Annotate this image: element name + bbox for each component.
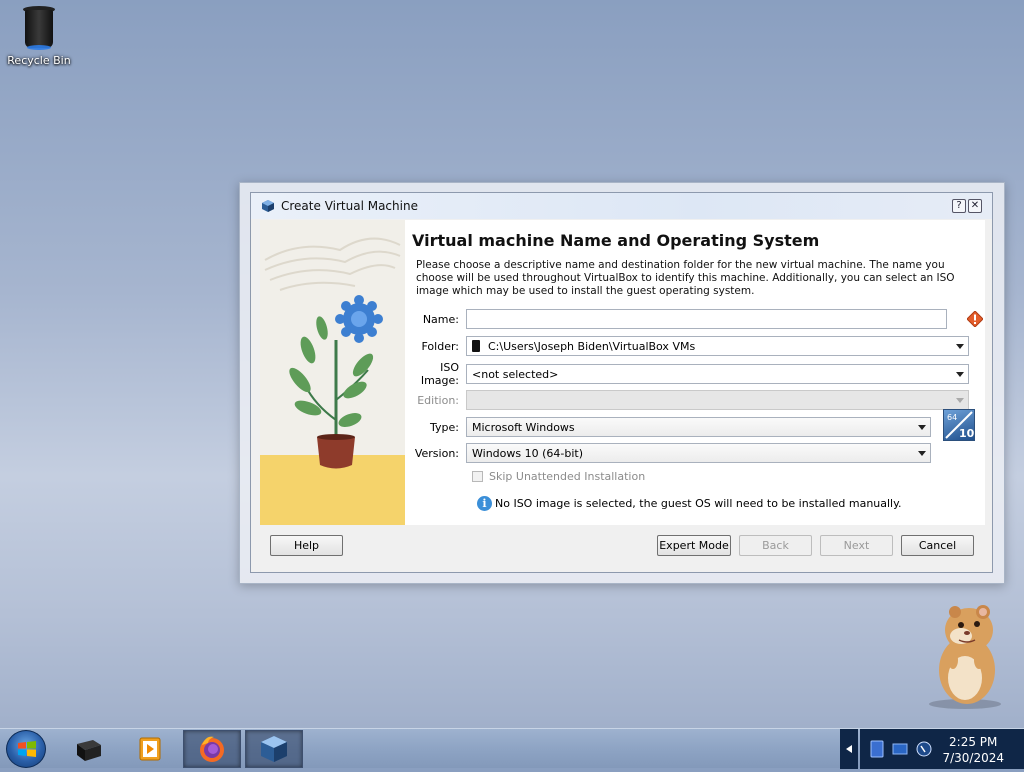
expert-mode-button[interactable]: Expert Mode [657, 535, 731, 556]
chevron-down-icon [918, 425, 926, 430]
chevron-down-icon [956, 398, 964, 403]
chevron-down-icon [956, 372, 964, 377]
skip-unattended-label: Skip Unattended Installation [489, 470, 646, 483]
windows-10-64bit-os-icon: 64 10 [943, 409, 975, 441]
folder-combobox[interactable]: C:\Users\Joseph Biden\VirtualBox VMs [466, 336, 969, 356]
show-hidden-icons-button[interactable] [840, 729, 858, 769]
windows-logo-icon [18, 741, 36, 757]
name-label: Name: [422, 312, 459, 326]
start-button[interactable] [6, 730, 46, 768]
chevron-down-icon [956, 344, 964, 349]
checkbox-box [472, 471, 483, 482]
cancel-button[interactable]: Cancel [901, 535, 974, 556]
type-value: Microsoft Windows [472, 420, 575, 434]
version-combobox[interactable]: Windows 10 (64-bit) [466, 443, 931, 463]
desktop-icon-label: Recycle Bin [7, 54, 71, 67]
iso-image-value: <not selected> [472, 367, 559, 381]
help-button[interactable]: Help [270, 535, 343, 556]
type-combobox[interactable]: Microsoft Windows [466, 417, 931, 437]
virtualbox-icon [262, 200, 274, 212]
wizard-content: Virtual machine Name and Operating Syste… [260, 220, 985, 525]
potted-flower-illustration [260, 237, 405, 525]
media-player-icon [139, 737, 161, 761]
version-value: Windows 10 (64-bit) [472, 446, 583, 460]
chevron-down-icon [918, 451, 926, 456]
back-button: Back [739, 535, 812, 556]
taskbar-app-virtualbox[interactable] [245, 730, 303, 768]
wizard-illustration [260, 220, 405, 525]
virtualbox-icon [261, 736, 287, 762]
action-center-icon[interactable] [892, 741, 908, 757]
next-button: Next [820, 535, 893, 556]
clock-time: 2:25 PM [949, 735, 998, 749]
black-box-app-icon [77, 740, 101, 761]
page-heading: Virtual machine Name and Operating Syste… [412, 231, 820, 250]
firefox-icon [200, 736, 224, 762]
clock-date: 7/30/2024 [942, 751, 1004, 765]
folder-icon [472, 340, 480, 352]
dialog-title: Create Virtual Machine [281, 199, 418, 213]
info-message-text: No ISO image is selected, the guest OS w… [495, 497, 902, 510]
iso-image-label: ISO Image: [420, 361, 459, 387]
edition-label: Edition: [417, 393, 459, 407]
type-label: Type: [430, 420, 459, 434]
volume-icon[interactable] [916, 740, 932, 758]
edition-combobox [466, 390, 969, 410]
dialog-titlebar: Create Virtual Machine ? ✕ [251, 193, 992, 219]
system-tray: 2:25 PM 7/30/2024 [860, 729, 1024, 769]
warning-icon [967, 311, 983, 327]
network-icon[interactable] [870, 740, 884, 758]
desktop-icon-recycle-bin[interactable]: Recycle Bin [4, 4, 74, 67]
svg-text:10: 10 [959, 427, 974, 440]
skip-unattended-checkbox: Skip Unattended Installation [472, 470, 645, 483]
name-field[interactable] [466, 309, 947, 329]
taskbar-clock[interactable]: 2:25 PM 7/30/2024 [942, 734, 1004, 766]
taskbar: 2:25 PM 7/30/2024 [0, 728, 1024, 769]
folder-value: C:\Users\Joseph Biden\VirtualBox VMs [488, 339, 696, 353]
create-vm-dialog: Create Virtual Machine ? ✕ Virtual machi… [250, 192, 993, 573]
svg-text:64: 64 [947, 413, 957, 422]
hamster-pet-image [929, 605, 1001, 709]
taskbar-app-media-player[interactable] [120, 730, 178, 768]
version-label: Version: [414, 446, 459, 460]
context-help-button[interactable]: ? [952, 199, 966, 213]
info-icon: i [477, 496, 492, 511]
iso-image-combobox[interactable]: <not selected> [466, 364, 969, 384]
close-button[interactable]: ✕ [968, 199, 982, 213]
page-description: Please choose a descriptive name and des… [416, 259, 955, 297]
recycle-bin-icon [21, 4, 57, 50]
form-area: Virtual machine Name and Operating Syste… [411, 220, 985, 525]
taskbar-app-firefox[interactable] [183, 730, 241, 768]
folder-label: Folder: [421, 339, 459, 353]
info-message: i No ISO image is selected, the guest OS… [477, 496, 902, 511]
taskbar-app-black-box[interactable] [60, 730, 118, 768]
show-hidden-icons-arrow-icon [846, 745, 852, 753]
